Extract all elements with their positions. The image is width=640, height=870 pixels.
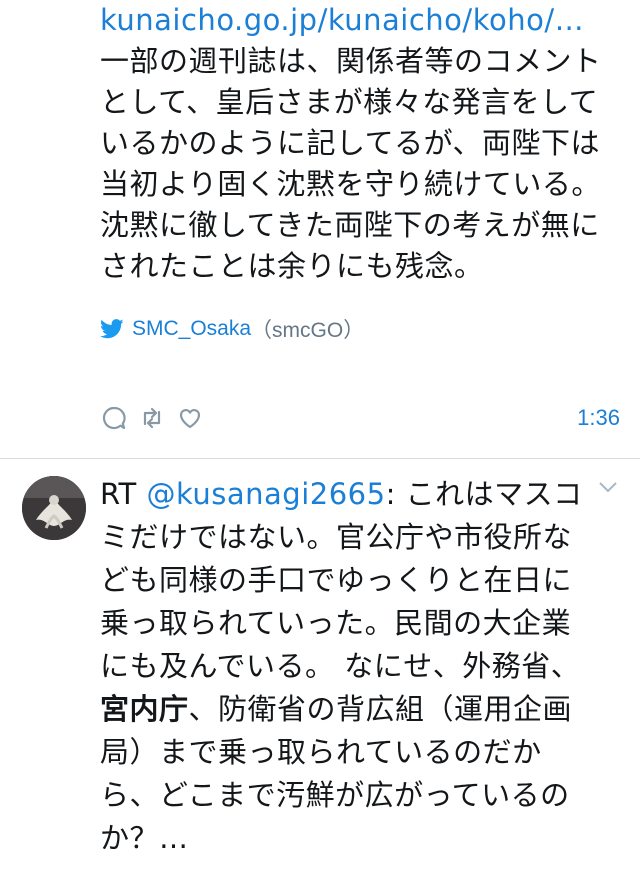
- mention-link[interactable]: @kusanagi2665: [146, 477, 385, 511]
- tweet-1-link[interactable]: kunaicho.go.jp/kunaicho/koho/…: [100, 3, 584, 37]
- source-name[interactable]: SMC_Osaka: [132, 317, 251, 341]
- tweet-1-body: 一部の週刊誌は、関係者等のコメントとして、皇后さまが様々な発言をしているかのよう…: [100, 44, 602, 283]
- chevron-down-icon[interactable]: [598, 480, 618, 494]
- tweet-divider: [0, 458, 640, 459]
- like-icon[interactable]: [176, 404, 204, 432]
- tweet-1-text: kunaicho.go.jp/kunaicho/koho/… 一部の週刊誌は、関…: [100, 0, 620, 287]
- source-handle: （smcGO）: [251, 319, 365, 342]
- reply-icon[interactable]: [100, 404, 128, 432]
- tweet-2-bold: 宮内庁: [100, 692, 189, 726]
- twitter-bird-icon: [100, 319, 124, 339]
- avatar[interactable]: [22, 476, 86, 540]
- tweet-1: kunaicho.go.jp/kunaicho/koho/… 一部の週刊誌は、関…: [100, 0, 620, 344]
- avatar-image: [22, 476, 86, 540]
- tweet-1-timestamp[interactable]: 1:36: [577, 405, 620, 431]
- tweet-source[interactable]: SMC_Osaka （smcGO）: [100, 314, 620, 344]
- retweet-icon[interactable]: [138, 404, 166, 432]
- tweet-2-text: RT @kusanagi2665: これはマスコミだけではない。官公庁や市役所な…: [100, 473, 590, 860]
- rt-prefix: RT: [100, 477, 147, 511]
- tweet-1-actions: 1:36: [100, 400, 620, 436]
- tweet-2: RT @kusanagi2665: これはマスコミだけではない。官公庁や市役所な…: [100, 473, 590, 860]
